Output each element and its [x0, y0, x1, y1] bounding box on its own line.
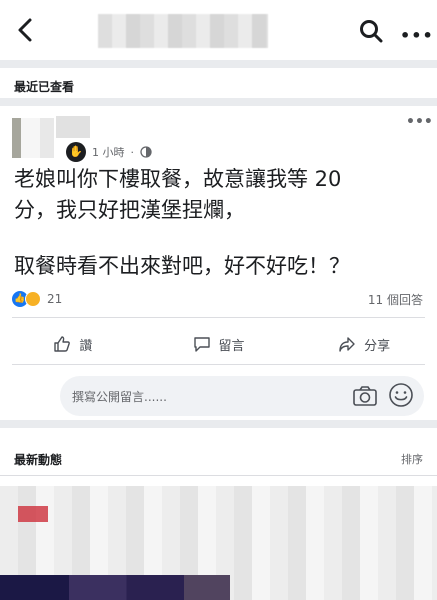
separator — [0, 420, 437, 428]
comment-icon — [193, 337, 210, 352]
comment-count[interactable]: 11 個回答 — [368, 291, 423, 308]
post-text-line: 分，我只好把漢堡捏爛， — [14, 198, 245, 222]
page-title-blurred — [98, 14, 268, 48]
more-horizontal-icon[interactable]: ••• — [400, 26, 434, 45]
reactions-summary[interactable]: 👍 21 — [12, 291, 62, 307]
globe-icon — [140, 146, 152, 158]
sort-button[interactable]: 排序 — [401, 451, 423, 467]
divider — [12, 317, 425, 318]
post-actions: 讚 留言 分享 — [0, 328, 437, 360]
top-bar: ••• — [0, 0, 437, 60]
dot-separator: · — [130, 145, 135, 159]
emoji-icon[interactable] — [388, 382, 414, 408]
comment-placeholder: 撰寫公開留言...... — [72, 390, 167, 404]
wave-hand-icon: ✋ — [66, 142, 86, 162]
comment-input[interactable]: 撰寫公開留言...... — [60, 376, 424, 416]
recent-section-title: 最近已查看 — [14, 80, 75, 94]
post-text-line: 老娘叫你下樓取餐，故意讓我等 20 — [14, 167, 342, 191]
feed-image-blurred — [18, 506, 48, 522]
share-button[interactable]: 分享 — [291, 328, 437, 360]
post-text-line: 取餐時看不出來對吧，好不好吃！？ — [14, 254, 350, 278]
camera-icon[interactable] — [352, 383, 378, 409]
feed-section-title: 最新動態 — [14, 453, 63, 467]
thumbs-up-icon — [54, 336, 71, 352]
post-more-button[interactable]: ••• — [406, 114, 433, 130]
feed-banner-blurred — [0, 575, 230, 600]
divider — [0, 475, 437, 476]
post-body: 老娘叫你下樓取餐，故意讓我等 20 分，我只好把漢堡捏爛， 取餐時看不出來對吧，… — [14, 164, 424, 282]
post-time: 1 小時 — [92, 146, 125, 159]
divider — [12, 364, 425, 365]
share-label: 分享 — [364, 338, 391, 354]
separator — [0, 60, 437, 68]
haha-reaction-icon — [25, 291, 41, 307]
author-name-blurred[interactable] — [56, 116, 90, 138]
post-card: ✋ 1 小時 · ••• 老娘叫你下樓取餐，故意讓我等 20 分，我只好把漢堡捏… — [0, 108, 437, 420]
share-icon — [339, 337, 355, 352]
separator — [0, 98, 437, 106]
reaction-count: 21 — [47, 292, 63, 306]
avatar[interactable] — [12, 118, 54, 158]
like-button[interactable]: 讚 — [0, 328, 146, 360]
comment-button[interactable]: 留言 — [146, 328, 292, 360]
search-icon[interactable] — [358, 18, 384, 44]
like-label: 讚 — [79, 338, 93, 354]
post-meta: ✋ 1 小時 · — [66, 142, 152, 162]
chevron-left-icon[interactable] — [14, 16, 36, 44]
comment-label: 留言 — [218, 338, 245, 354]
